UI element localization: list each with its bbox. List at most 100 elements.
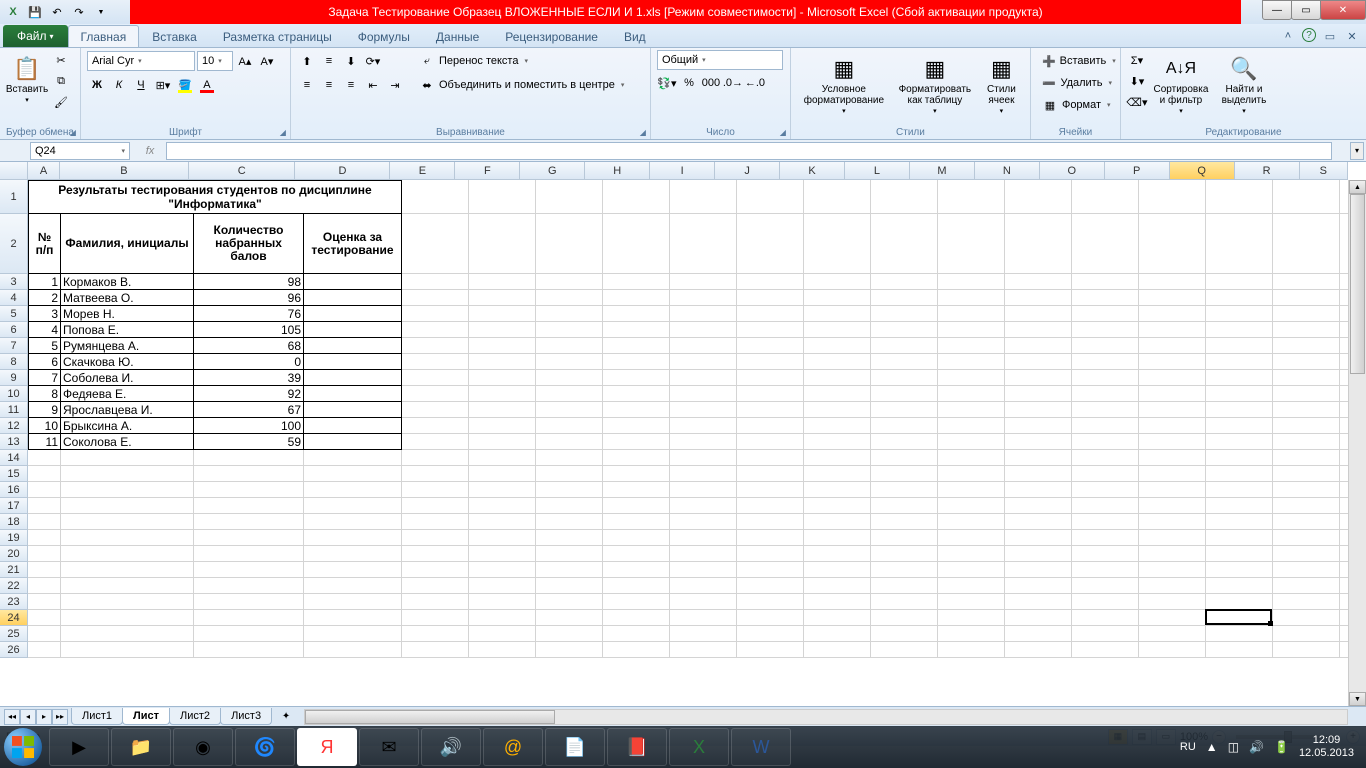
align-left-icon[interactable]: ≡ bbox=[297, 75, 317, 95]
cell-J16[interactable] bbox=[737, 482, 804, 498]
cell-F2[interactable] bbox=[469, 214, 536, 274]
row-header-17[interactable]: 17 bbox=[0, 498, 28, 514]
cell-M3[interactable] bbox=[938, 274, 1005, 290]
cell-C7[interactable]: 68 bbox=[194, 338, 304, 354]
cell-N6[interactable] bbox=[1005, 322, 1072, 338]
cell-K25[interactable] bbox=[804, 626, 871, 642]
cell-L1[interactable] bbox=[871, 180, 938, 214]
cell-O15[interactable] bbox=[1072, 466, 1139, 482]
cell-P9[interactable] bbox=[1139, 370, 1206, 386]
sheet-tab-Лист2[interactable]: Лист2 bbox=[169, 708, 221, 725]
cell-P3[interactable] bbox=[1139, 274, 1206, 290]
cell-A16[interactable] bbox=[28, 482, 61, 498]
row-header-26[interactable]: 26 bbox=[0, 642, 28, 658]
cell-C25[interactable] bbox=[194, 626, 304, 642]
cell-D9[interactable] bbox=[304, 370, 402, 386]
cell-J8[interactable] bbox=[737, 354, 804, 370]
increase-indent-icon[interactable]: ⇥ bbox=[385, 75, 405, 95]
cell-I8[interactable] bbox=[670, 354, 737, 370]
col-header-Q[interactable]: Q bbox=[1170, 162, 1235, 180]
cell-D14[interactable] bbox=[304, 450, 402, 466]
cell-C15[interactable] bbox=[194, 466, 304, 482]
cell-R22[interactable] bbox=[1273, 578, 1340, 594]
cell-J19[interactable] bbox=[737, 530, 804, 546]
cell-E3[interactable] bbox=[402, 274, 469, 290]
cell-J14[interactable] bbox=[737, 450, 804, 466]
cell-C3[interactable]: 98 bbox=[194, 274, 304, 290]
cell-F7[interactable] bbox=[469, 338, 536, 354]
cell-M7[interactable] bbox=[938, 338, 1005, 354]
cell-I10[interactable] bbox=[670, 386, 737, 402]
row-header-19[interactable]: 19 bbox=[0, 530, 28, 546]
cell-B3[interactable]: Кормаков В. bbox=[61, 274, 194, 290]
cell-D8[interactable] bbox=[304, 354, 402, 370]
cell-H9[interactable] bbox=[603, 370, 670, 386]
cell-K12[interactable] bbox=[804, 418, 871, 434]
col-header-H[interactable]: H bbox=[585, 162, 650, 180]
cell-R6[interactable] bbox=[1273, 322, 1340, 338]
cell-G23[interactable] bbox=[536, 594, 603, 610]
cell-O21[interactable] bbox=[1072, 562, 1139, 578]
cell-N21[interactable] bbox=[1005, 562, 1072, 578]
cell-K7[interactable] bbox=[804, 338, 871, 354]
cell-A11[interactable]: 9 bbox=[28, 402, 61, 418]
number-format-combo[interactable]: Общий bbox=[657, 50, 783, 70]
cell-H6[interactable] bbox=[603, 322, 670, 338]
merge-center-button[interactable]: ⬌Объединить и поместить в центре bbox=[414, 74, 634, 96]
cell-I22[interactable] bbox=[670, 578, 737, 594]
col-header-D[interactable]: D bbox=[295, 162, 390, 180]
border-button[interactable]: ⊞▾ bbox=[153, 75, 173, 95]
cell-E1[interactable] bbox=[402, 180, 469, 214]
cell-G9[interactable] bbox=[536, 370, 603, 386]
cell-L11[interactable] bbox=[871, 402, 938, 418]
col-header-N[interactable]: N bbox=[975, 162, 1040, 180]
cell-J25[interactable] bbox=[737, 626, 804, 642]
cell-E26[interactable] bbox=[402, 642, 469, 658]
cell-G2[interactable] bbox=[536, 214, 603, 274]
cell-M8[interactable] bbox=[938, 354, 1005, 370]
cell-I11[interactable] bbox=[670, 402, 737, 418]
scroll-up-icon[interactable]: ▲ bbox=[1349, 180, 1366, 194]
cell-K21[interactable] bbox=[804, 562, 871, 578]
cell-M13[interactable] bbox=[938, 434, 1005, 450]
cell-K20[interactable] bbox=[804, 546, 871, 562]
cell-Q3[interactable] bbox=[1206, 274, 1273, 290]
cell-P22[interactable] bbox=[1139, 578, 1206, 594]
cell-G19[interactable] bbox=[536, 530, 603, 546]
cell-R13[interactable] bbox=[1273, 434, 1340, 450]
horizontal-scrollbar[interactable] bbox=[304, 709, 1348, 725]
align-bottom-icon[interactable]: ⬇ bbox=[341, 51, 361, 71]
cell-A26[interactable] bbox=[28, 642, 61, 658]
sheet-nav-prev-icon[interactable]: ◂ bbox=[20, 709, 36, 725]
cell-F4[interactable] bbox=[469, 290, 536, 306]
cell-C26[interactable] bbox=[194, 642, 304, 658]
cell-P4[interactable] bbox=[1139, 290, 1206, 306]
cell-M12[interactable] bbox=[938, 418, 1005, 434]
cell-D10[interactable] bbox=[304, 386, 402, 402]
cell-B23[interactable] bbox=[61, 594, 194, 610]
cell-O17[interactable] bbox=[1072, 498, 1139, 514]
cell-J21[interactable] bbox=[737, 562, 804, 578]
cell-K2[interactable] bbox=[804, 214, 871, 274]
cell-J26[interactable] bbox=[737, 642, 804, 658]
taskbar-mail[interactable]: ✉ bbox=[359, 728, 419, 766]
cell-C2[interactable]: Количество набранных балов bbox=[194, 214, 304, 274]
sheet-nav-first-icon[interactable]: ◂◂ bbox=[4, 709, 20, 725]
cell-P18[interactable] bbox=[1139, 514, 1206, 530]
cell-L22[interactable] bbox=[871, 578, 938, 594]
cell-H4[interactable] bbox=[603, 290, 670, 306]
close-button[interactable]: ✕ bbox=[1320, 0, 1366, 20]
cell-G16[interactable] bbox=[536, 482, 603, 498]
cell-H22[interactable] bbox=[603, 578, 670, 594]
col-header-R[interactable]: R bbox=[1235, 162, 1300, 180]
cell-Q5[interactable] bbox=[1206, 306, 1273, 322]
cell-M22[interactable] bbox=[938, 578, 1005, 594]
cell-H3[interactable] bbox=[603, 274, 670, 290]
decrease-decimal-icon[interactable]: ←.0 bbox=[745, 73, 765, 93]
cell-H24[interactable] bbox=[603, 610, 670, 626]
cell-D26[interactable] bbox=[304, 642, 402, 658]
cell-I21[interactable] bbox=[670, 562, 737, 578]
cell-E19[interactable] bbox=[402, 530, 469, 546]
cell-F5[interactable] bbox=[469, 306, 536, 322]
cell-R3[interactable] bbox=[1273, 274, 1340, 290]
